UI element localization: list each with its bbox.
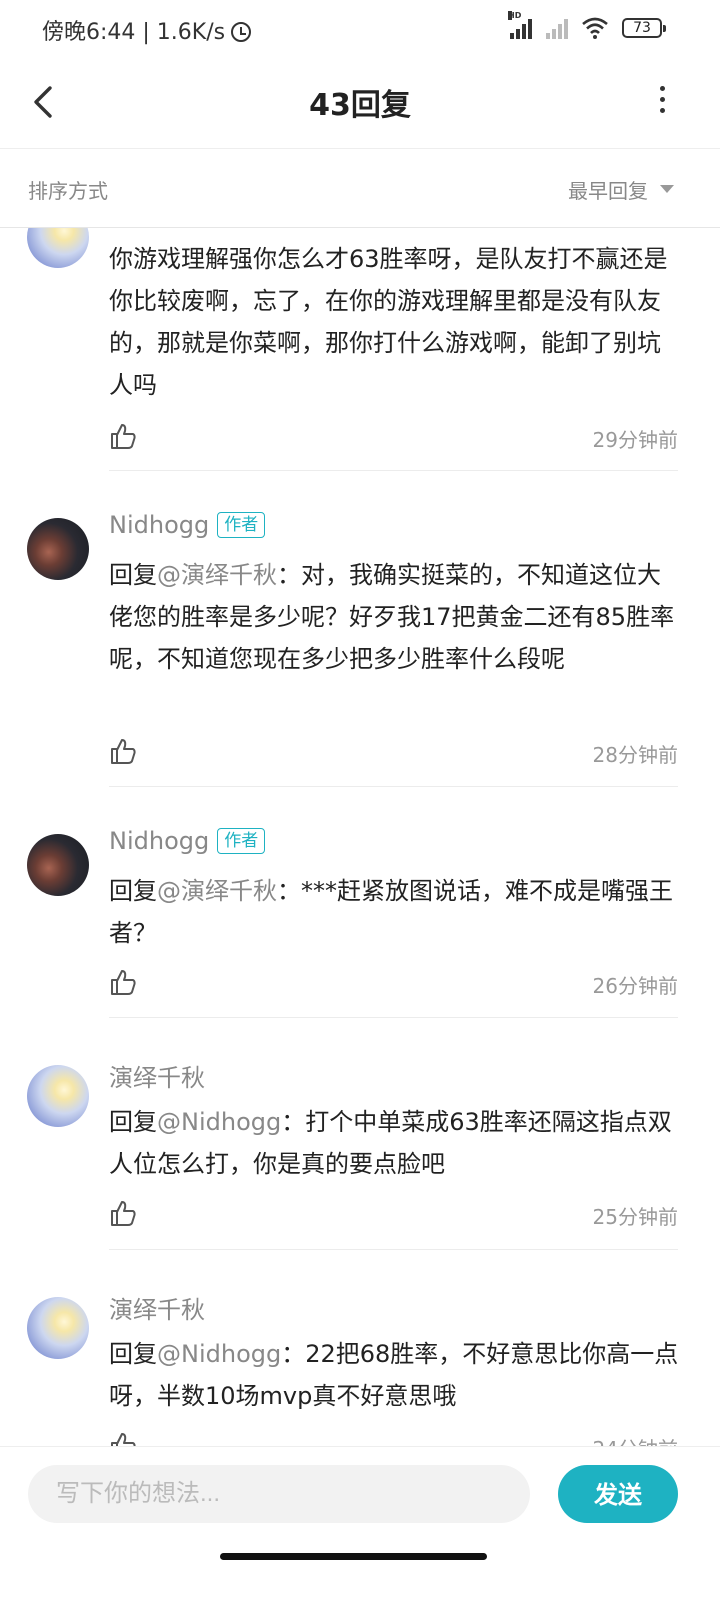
avatar[interactable] [27, 1065, 89, 1127]
comment-time: 25分钟前 [592, 1205, 678, 1229]
comment-username[interactable]: Nidhogg 作者 [109, 827, 266, 855]
comment-text: 你游戏理解强你怎么才63胜率呀，是队友打不赢还是你比较废啊，忘了，在你的游戏理解… [109, 245, 668, 399]
sort-bar: 排序方式 最早回复 [0, 149, 720, 228]
home-indicator[interactable] [220, 1553, 487, 1560]
comment-time: 24分钟前 [593, 1433, 678, 1446]
caret-down-icon [660, 185, 674, 193]
sort-label: 排序方式 [28, 179, 108, 203]
hd-label: HD [508, 11, 522, 20]
author-badge: 作者 [217, 828, 266, 854]
username-text: Nidhogg [109, 511, 210, 539]
wifi-icon [582, 17, 608, 39]
page-title: 43回复 [309, 88, 411, 123]
username-text: Nidhogg [109, 827, 210, 855]
list-item: Nidhogg 作者 回复@演绎千秋：对，我确实挺菜的，不知道这位大佬您的胜率是多… [0, 471, 720, 787]
nav-bar: 43回复 [0, 56, 720, 149]
status-bar: 傍晚6:44 | 1.6K/s HD 73 [0, 0, 720, 56]
comment-username[interactable]: 演绎千秋 [109, 1058, 205, 1093]
comment-text: 回复@演绎千秋：***赶紧放图说话，难不成是嘴强王者？ [109, 870, 684, 954]
sort-value-text: 最早回复 [568, 179, 648, 203]
status-time-text: 傍晚6:44 | 1.6K/s [42, 20, 226, 45]
reply-prefix: 回复 [109, 1108, 157, 1136]
list-item: 演绎千秋 回复@Nidhogg：打个中单菜成63胜率还隔这指点双人位怎么打，你是… [0, 1018, 720, 1250]
avatar[interactable] [27, 518, 89, 580]
comment-text: 回复@演绎千秋：对，我确实挺菜的，不知道这位大佬您的胜率是多少呢？好歹我17把黄… [109, 554, 684, 680]
comment-time: 28分钟前 [592, 743, 678, 767]
thumbs-up-icon[interactable] [109, 1431, 137, 1446]
sort-dropdown[interactable]: 最早回复 [568, 175, 674, 204]
status-icons: HD 73 [508, 11, 666, 40]
author-badge: 作者 [217, 512, 266, 538]
list-item: 你游戏理解强你怎么才63胜率呀，是队友打不赢还是你比较废啊，忘了，在你的游戏理解… [0, 228, 720, 471]
battery-icon: 73 [622, 18, 666, 38]
username-text: 演绎千秋 [109, 1296, 205, 1324]
reply-list[interactable]: 你游戏理解强你怎么才63胜率呀，是队友打不赢还是你比较废啊，忘了，在你的游戏理解… [0, 228, 720, 1446]
reply-prefix: 回复 [109, 561, 157, 589]
mention-link[interactable]: @演绎千秋 [157, 877, 277, 905]
comment-input[interactable] [28, 1465, 530, 1523]
list-item: 演绎千秋 回复@Nidhogg：22把68胜率，不好意思比你高一点呀，半数10场… [0, 1250, 720, 1446]
reply-prefix: 回复 [109, 1340, 157, 1368]
comment-text: 回复@Nidhogg：22把68胜率，不好意思比你高一点呀，半数10场mvp真不… [109, 1333, 684, 1417]
mention-link[interactable]: @Nidhogg [157, 1340, 281, 1368]
status-time: 傍晚6:44 | 1.6K/s [42, 14, 252, 46]
thumbs-up-icon[interactable] [109, 1199, 137, 1227]
send-button[interactable]: 发送 [558, 1465, 678, 1523]
cellular-signal-2-icon [546, 17, 568, 39]
thumbs-up-icon[interactable] [109, 968, 137, 996]
cellular-signal-icon: HD [508, 11, 532, 39]
comment-text: 回复@Nidhogg：打个中单菜成63胜率还隔这指点双人位怎么打，你是真的要点脸… [109, 1101, 684, 1185]
avatar[interactable] [27, 1297, 89, 1359]
comment-time: 29分钟前 [592, 428, 678, 452]
thumbs-up-icon[interactable] [109, 737, 137, 765]
mention-link[interactable]: @演绎千秋 [157, 561, 277, 589]
comment-time: 26分钟前 [592, 974, 678, 998]
mention-link[interactable]: @Nidhogg [157, 1108, 281, 1136]
username-text: 演绎千秋 [109, 1064, 205, 1092]
avatar[interactable] [27, 228, 89, 268]
thumbs-up-icon[interactable] [109, 422, 137, 450]
comment-username[interactable]: 演绎千秋 [109, 1290, 205, 1325]
comment-username[interactable]: Nidhogg 作者 [109, 511, 266, 539]
alarm-icon [231, 22, 252, 42]
avatar[interactable] [27, 834, 89, 896]
list-item: Nidhogg 作者 回复@演绎千秋：***赶紧放图说话，难不成是嘴强王者？ 26… [0, 787, 720, 1018]
more-options-icon[interactable] [652, 86, 672, 116]
reply-prefix: 回复 [109, 877, 157, 905]
comment-composer: 发送 [0, 1446, 720, 1541]
